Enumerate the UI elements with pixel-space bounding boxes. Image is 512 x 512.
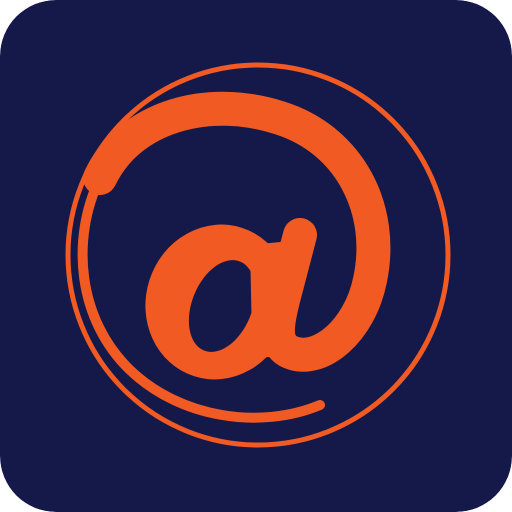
at-sign-icon [0,0,512,512]
app-icon[interactable] [0,0,512,512]
